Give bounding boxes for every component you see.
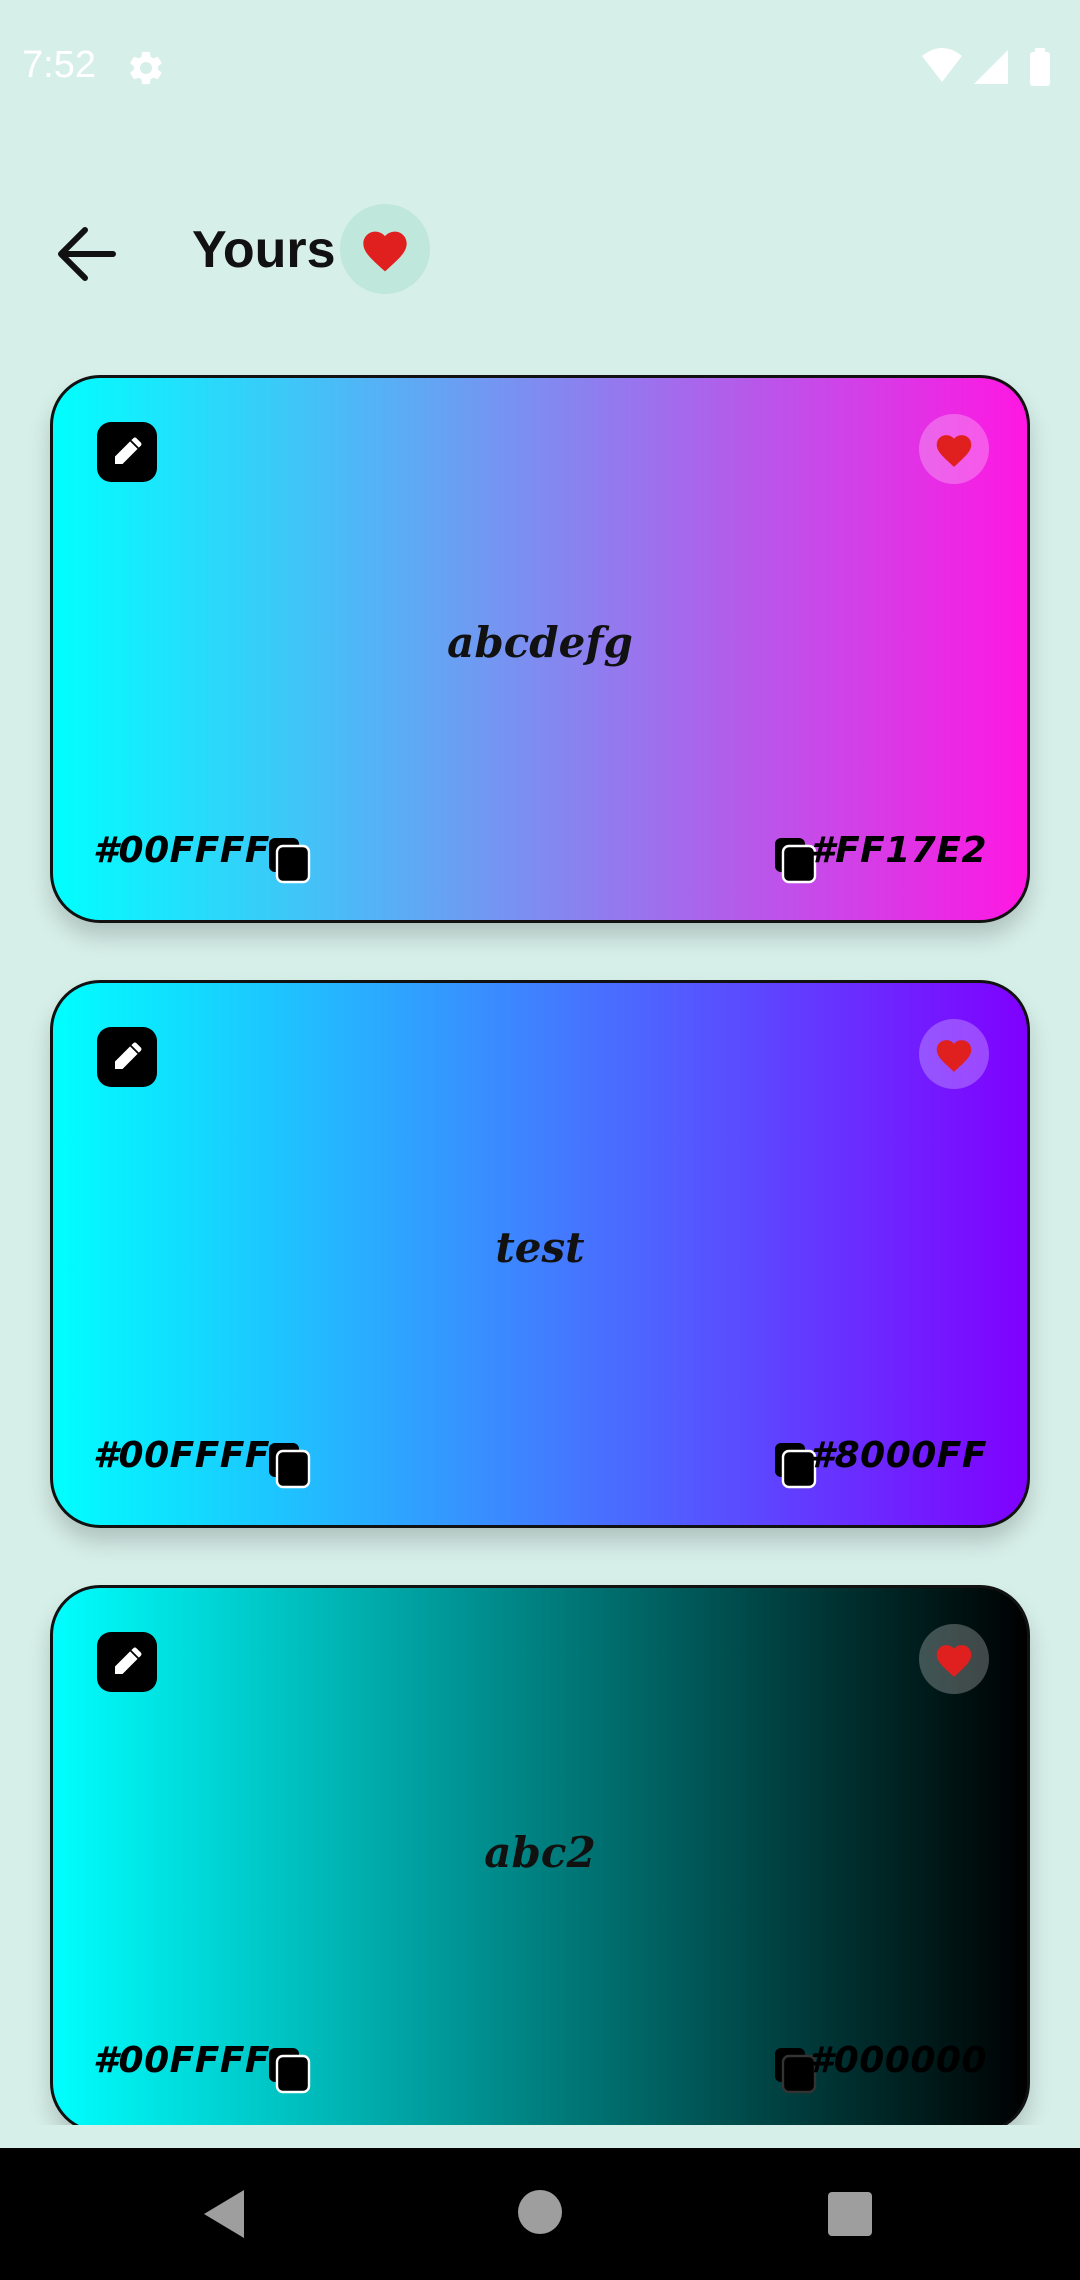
system-nav-bar — [0, 2148, 1080, 2280]
page-title: Yours — [192, 221, 336, 279]
favorite-button[interactable] — [919, 1624, 989, 1694]
recents-square-icon[interactable] — [828, 2192, 872, 2236]
end-color-hex: #000000 — [808, 2040, 987, 2081]
gradient-card[interactable]: abcdefg #00FFFF #FF17E2 — [50, 375, 1030, 923]
status-bar: 7:52 — [0, 0, 1080, 140]
gradient-name: test — [495, 1223, 585, 1272]
pencil-icon — [115, 1647, 142, 1674]
wifi-icon — [922, 48, 962, 82]
gradient-name: abc2 — [484, 1828, 596, 1877]
pencil-icon — [115, 437, 142, 464]
start-color-hex: #00FFFF — [93, 2040, 271, 2081]
gradient-name: abcdefg — [447, 618, 633, 667]
end-color-hex: #8000FF — [809, 1435, 987, 1476]
favorite-button[interactable] — [919, 414, 989, 484]
gradient-list[interactable]: abcdefg #00FFFF #FF17E2 test #00FFFF #80… — [0, 370, 1080, 2125]
back-triangle-icon[interactable] — [200, 2188, 250, 2240]
heart-icon — [363, 231, 407, 272]
copy-icon[interactable] — [267, 836, 311, 884]
heart-icon — [936, 1645, 972, 1677]
gradient-card[interactable]: abc2 #00FFFF #000000 — [50, 1585, 1030, 2125]
status-icons — [922, 48, 1050, 86]
app-bar: Yours — [0, 190, 1080, 310]
back-button[interactable] — [46, 214, 126, 294]
gear-icon — [130, 51, 162, 85]
copy-icon[interactable] — [267, 2046, 311, 2094]
start-color-hex: #00FFFF — [93, 1435, 271, 1476]
edit-button[interactable] — [97, 1027, 157, 1087]
heart-icon — [936, 1040, 972, 1072]
title-heart-badge — [340, 204, 430, 294]
copy-icon[interactable] — [267, 1441, 311, 1489]
arrow-left-icon — [58, 227, 116, 281]
edit-button[interactable] — [97, 422, 157, 482]
pencil-icon — [115, 1042, 142, 1069]
signal-icon — [974, 50, 1008, 84]
edit-button[interactable] — [97, 1632, 157, 1692]
start-color-hex: #00FFFF — [93, 830, 271, 871]
battery-icon — [1030, 52, 1050, 86]
favorite-button[interactable] — [919, 1019, 989, 1089]
end-color-hex: #FF17E2 — [809, 830, 987, 871]
status-time: 7:52 — [22, 44, 96, 86]
home-circle-icon[interactable] — [518, 2190, 562, 2234]
gradient-card[interactable]: test #00FFFF #8000FF — [50, 980, 1030, 1528]
heart-icon — [936, 435, 972, 467]
